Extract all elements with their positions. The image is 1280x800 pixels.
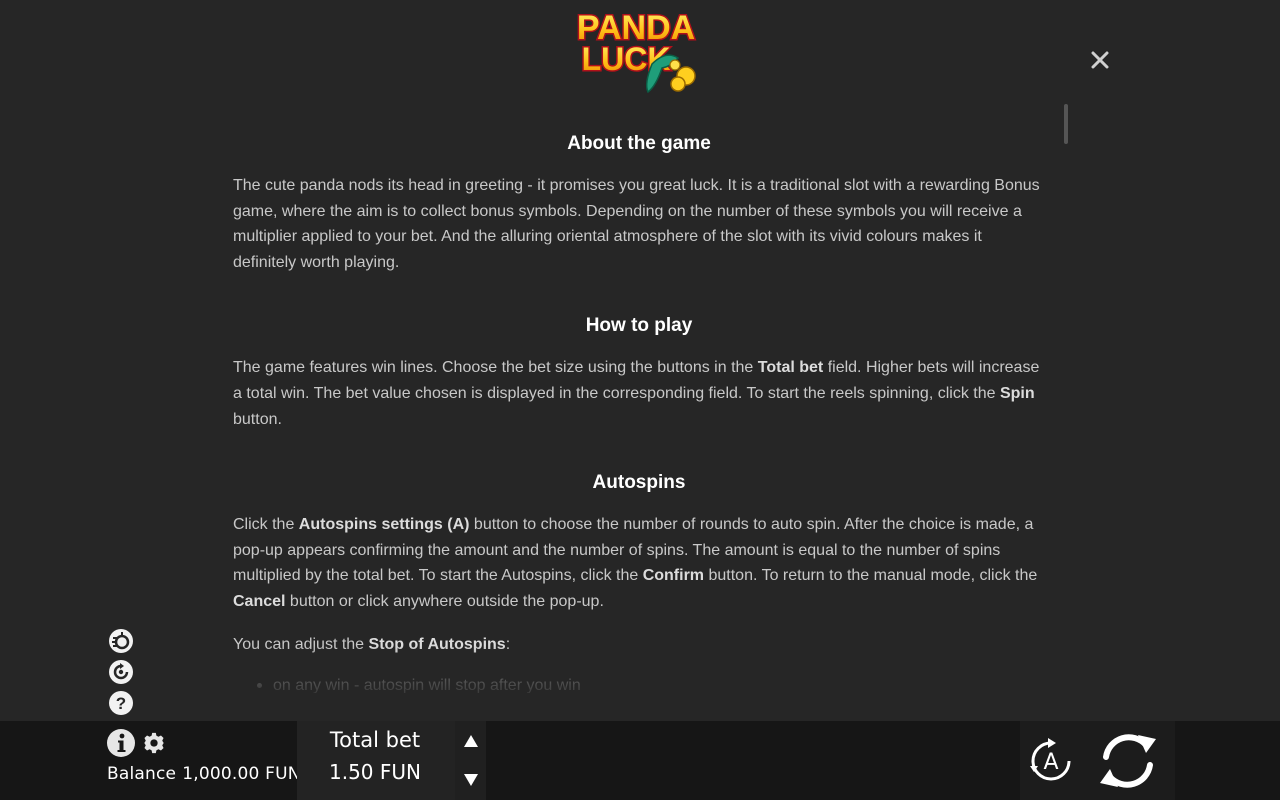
arrow-up-icon	[463, 735, 478, 747]
stop-autospins-text: You can adjust the Stop of Autospins:	[233, 635, 511, 653]
svg-text:?: ?	[116, 694, 126, 713]
help-button[interactable]: ?	[107, 689, 135, 717]
autoplay-icon	[109, 660, 133, 684]
panda-luck-logo: PANDA LUCK	[575, 8, 697, 94]
question-icon: ?	[109, 691, 133, 715]
total-bet-label: Total bet	[329, 728, 421, 752]
stop-options-list: on any win - autospin will stop after yo…	[233, 673, 1045, 693]
how-to-play-title: How to play	[585, 315, 693, 337]
arrow-down-icon	[463, 774, 478, 786]
total-bet-value: 1.50 FUN	[329, 760, 421, 784]
about-text: The cute panda nods its head in greeting…	[233, 177, 1040, 271]
turbo-spin-button[interactable]	[107, 627, 135, 655]
autoplay-button[interactable]	[107, 658, 135, 686]
bet-decrease-button[interactable]	[455, 761, 486, 799]
info-button[interactable]	[106, 728, 136, 758]
rules-content[interactable]: About the game The cute panda nods its h…	[233, 128, 1045, 693]
close-button[interactable]	[1086, 46, 1114, 74]
autospins-title: Autospins	[592, 472, 686, 494]
gear-icon	[143, 732, 165, 754]
bet-increase-button[interactable]	[455, 722, 486, 760]
balance-display: Balance 1,000.00 FUN	[107, 764, 301, 784]
balance-value: 1,000.00 FUN	[182, 764, 301, 784]
spin-button[interactable]	[1092, 727, 1164, 795]
autospin-letter: A	[1043, 750, 1058, 775]
settings-button[interactable]	[143, 732, 165, 754]
about-title: About the game	[567, 133, 711, 154]
scrollbar-thumb[interactable]	[1064, 104, 1068, 144]
autospins-text: Click the Autospins settings (A) button …	[233, 516, 1038, 610]
close-icon	[1091, 51, 1109, 69]
balance-label: Balance	[107, 764, 177, 784]
turbo-spin-icon	[109, 629, 133, 653]
how-to-play-text: The game features win lines. Choose the …	[233, 359, 1040, 428]
autospins-settings-button[interactable]: A	[1026, 736, 1076, 786]
list-item: on any win - autospin will stop after yo…	[257, 673, 1045, 693]
